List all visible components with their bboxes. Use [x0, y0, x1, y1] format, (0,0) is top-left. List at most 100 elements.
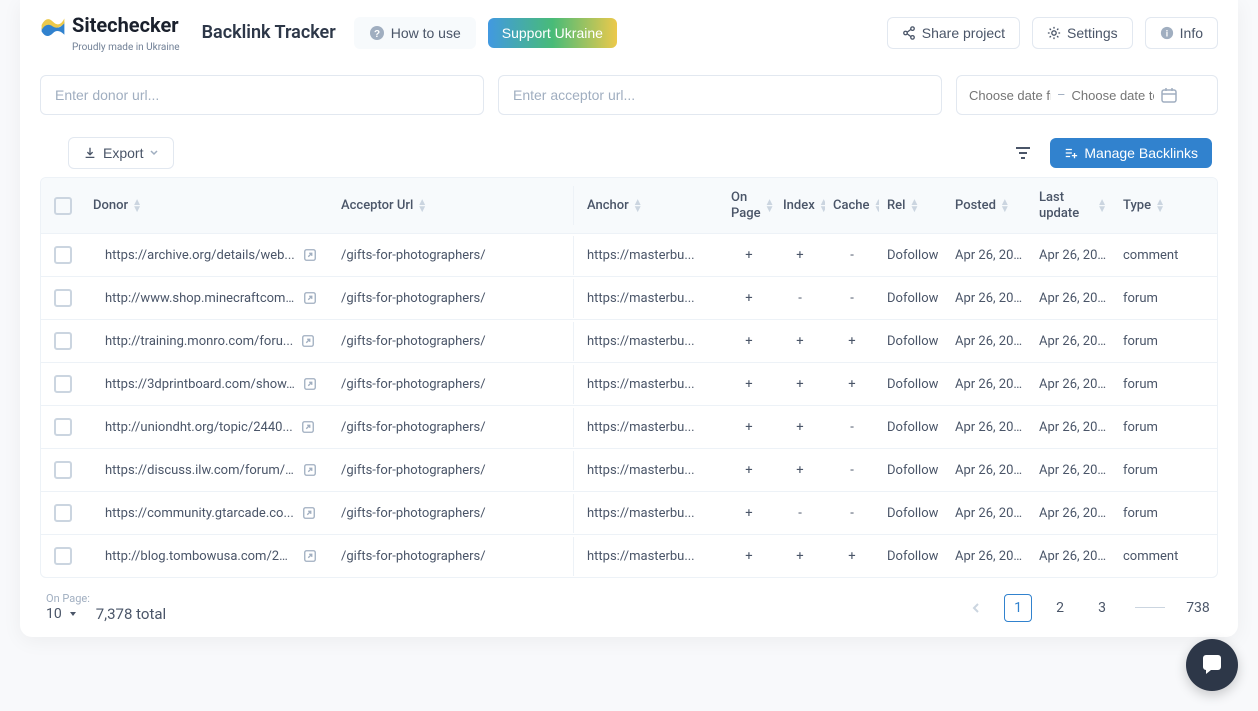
anchor-cell: https://masterbu...: [573, 494, 723, 533]
cache-cell: -: [825, 279, 879, 318]
type-cell: forum: [1115, 279, 1197, 318]
logo-tagline: Proudly made in Ukraine: [72, 42, 180, 53]
posted-cell: Apr 26, 2022: [947, 322, 1031, 361]
chevron-down-icon: [149, 148, 159, 158]
external-link-icon[interactable]: [303, 463, 317, 477]
last-update-cell: Apr 26, 2022: [1031, 236, 1115, 275]
page-1[interactable]: 1: [1004, 594, 1032, 622]
donor-cell[interactable]: https://archive.org/details/web...: [85, 236, 333, 275]
date-range-picker[interactable]: –: [956, 75, 1218, 115]
manage-backlinks-label: Manage Backlinks: [1084, 145, 1198, 161]
on-page-cell: +: [723, 236, 775, 275]
page-last[interactable]: 738: [1184, 594, 1212, 622]
col-on-page[interactable]: On Page▲▼: [723, 178, 775, 233]
info-button[interactable]: i Info: [1145, 17, 1218, 49]
page-title: Backlink Tracker: [202, 22, 336, 43]
table-header: Donor▲▼ Acceptor Url▲▼ Anchor▲▼ On Page▲…: [41, 178, 1217, 234]
row-checkbox[interactable]: [54, 246, 72, 264]
col-type[interactable]: Type▲▼: [1115, 186, 1197, 225]
donor-cell[interactable]: http://uniondht.org/topic/2440...: [85, 408, 333, 447]
chevron-left-icon: [971, 602, 981, 614]
anchor-cell: https://masterbu...: [573, 451, 723, 490]
external-link-icon[interactable]: [301, 334, 315, 348]
donor-cell[interactable]: https://3dprintboard.com/show...: [85, 365, 333, 404]
col-acceptor[interactable]: Acceptor Url▲▼: [333, 186, 573, 225]
external-link-icon[interactable]: [303, 377, 317, 391]
donor-cell[interactable]: https://discuss.ilw.com/forum/i...: [85, 451, 333, 490]
page-3[interactable]: 3: [1088, 594, 1116, 622]
row-checkbox[interactable]: [54, 332, 72, 350]
index-cell: +: [775, 236, 825, 275]
external-link-icon[interactable]: [303, 291, 317, 305]
donor-cell[interactable]: http://training.monro.com/foru...: [85, 322, 333, 361]
donor-cell[interactable]: http://blog.tombowusa.com/20...: [85, 537, 333, 576]
external-link-icon[interactable]: [303, 549, 317, 563]
rel-cell: Dofollow: [879, 494, 947, 533]
on-page-cell: +: [723, 408, 775, 447]
acceptor-cell: /gifts-for-photographers/: [333, 236, 573, 275]
external-link-icon[interactable]: [302, 506, 316, 520]
table-row: https://discuss.ilw.com/forum/i.../gifts…: [41, 449, 1217, 492]
acceptor-cell: /gifts-for-photographers/: [333, 279, 573, 318]
cache-cell: -: [825, 236, 879, 275]
col-last-update[interactable]: Last update▲▼: [1031, 178, 1115, 233]
share-icon: [902, 26, 916, 40]
filter-button[interactable]: [1008, 138, 1038, 168]
last-update-cell: Apr 26, 2022: [1031, 365, 1115, 404]
on-page-cell: +: [723, 322, 775, 361]
support-ukraine-button[interactable]: Support Ukraine: [488, 18, 617, 48]
cache-cell: -: [825, 408, 879, 447]
col-posted[interactable]: Posted▲▼: [947, 186, 1031, 225]
anchor-cell: https://masterbu...: [573, 322, 723, 361]
col-rel[interactable]: Rel▲▼: [879, 186, 947, 225]
manage-backlinks-button[interactable]: Manage Backlinks: [1050, 138, 1212, 168]
page-2[interactable]: 2: [1046, 594, 1074, 622]
on-page-label: On Page:: [46, 592, 166, 605]
export-button[interactable]: Export: [68, 137, 174, 169]
col-donor[interactable]: Donor▲▼: [85, 186, 333, 225]
last-update-cell: Apr 26, 2022: [1031, 408, 1115, 447]
cache-cell: -: [825, 494, 879, 533]
col-cache[interactable]: Cache▲▼: [825, 186, 879, 225]
donor-url-input[interactable]: [40, 75, 484, 115]
last-update-cell: Apr 26, 2022: [1031, 279, 1115, 318]
row-checkbox[interactable]: [54, 504, 72, 522]
date-from-input[interactable]: [969, 88, 1051, 103]
posted-cell: Apr 26, 2022: [947, 236, 1031, 275]
row-checkbox[interactable]: [54, 418, 72, 436]
sort-icon: ▲▼: [1155, 199, 1165, 213]
index-cell: -: [775, 279, 825, 318]
chat-icon: [1199, 652, 1225, 678]
rel-cell: Dofollow: [879, 537, 947, 576]
type-cell: forum: [1115, 451, 1197, 490]
table-row: https://3dprintboard.com/show.../gifts-f…: [41, 363, 1217, 406]
donor-cell[interactable]: https://community.gtarcade.co...: [85, 494, 333, 533]
sort-icon: ▲▼: [1097, 199, 1107, 213]
select-all-checkbox[interactable]: [54, 197, 72, 215]
how-to-use-button[interactable]: ? How to use: [354, 17, 476, 49]
settings-button[interactable]: Settings: [1032, 17, 1133, 49]
acceptor-url-input[interactable]: [498, 75, 942, 115]
info-icon: i: [1160, 26, 1174, 40]
col-anchor[interactable]: Anchor▲▼: [573, 186, 723, 225]
row-checkbox[interactable]: [54, 547, 72, 565]
external-link-icon[interactable]: [303, 248, 317, 262]
prev-page-button[interactable]: [962, 594, 990, 622]
posted-cell: Apr 26, 2022: [947, 494, 1031, 533]
external-link-icon[interactable]: [301, 420, 315, 434]
row-checkbox[interactable]: [54, 461, 72, 479]
on-page-cell: +: [723, 451, 775, 490]
chat-button[interactable]: [1186, 639, 1238, 691]
rel-cell: Dofollow: [879, 322, 947, 361]
logo[interactable]: Sitechecker Proudly made in Ukraine: [40, 12, 180, 53]
row-checkbox[interactable]: [54, 375, 72, 393]
donor-cell[interactable]: http://www.shop.minecraftcom...: [85, 279, 333, 318]
index-cell: +: [775, 365, 825, 404]
share-project-button[interactable]: Share project: [887, 17, 1020, 49]
sort-icon: ▲▼: [1000, 199, 1010, 213]
type-cell: forum: [1115, 365, 1197, 404]
page-size-select[interactable]: 10: [46, 606, 78, 622]
date-to-input[interactable]: [1072, 88, 1154, 103]
row-checkbox[interactable]: [54, 289, 72, 307]
col-index[interactable]: Index▲▼: [775, 186, 825, 225]
